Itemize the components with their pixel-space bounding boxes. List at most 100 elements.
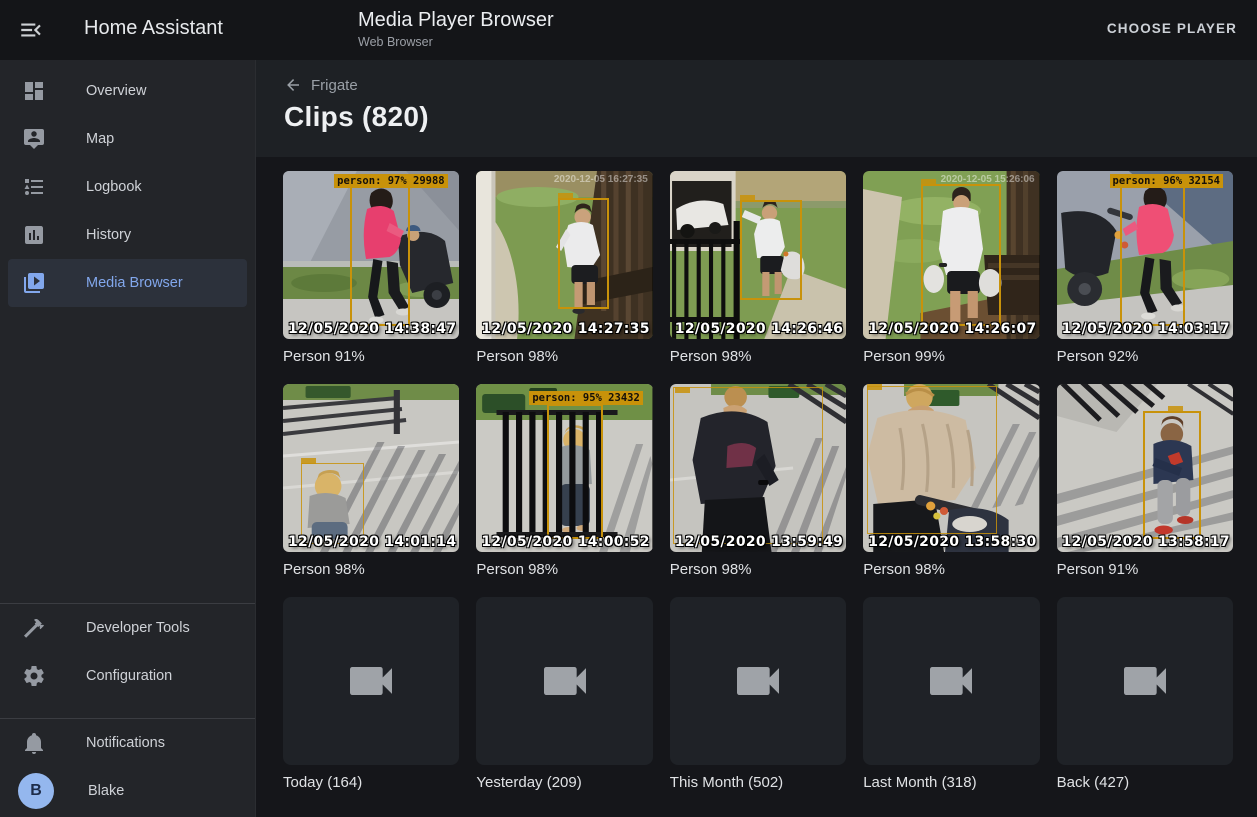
app-title: Home Assistant	[84, 17, 223, 40]
detection-bbox	[1143, 411, 1201, 539]
detection-label: person: 97% 29988	[334, 174, 447, 188]
content-header: Frigate Clips (820)	[256, 60, 1257, 157]
detection-bbox	[673, 387, 823, 545]
sidebar: Overview Map Logbook History Media Brows…	[0, 60, 256, 817]
clip-card[interactable]: 2020-12-05 15:26:06 12/05/2020 14:26:07 …	[863, 171, 1039, 365]
clips-grid: person: 97% 29988 12/05/2020 14:38:47 Pe…	[256, 157, 1257, 815]
clip-thumbnail: person: 97% 29988 12/05/2020 14:38:47	[283, 171, 459, 339]
folder-card-last-month[interactable]: Last Month (318)	[863, 597, 1039, 791]
detection-bbox	[350, 186, 410, 325]
detection-label: person: 95% 23432	[529, 391, 642, 405]
clip-timestamp: 12/05/2020 13:58:17	[1062, 534, 1230, 550]
sidebar-item-developer-tools[interactable]: Developer Tools	[8, 604, 247, 652]
sidebar-toggle-button[interactable]	[18, 17, 44, 43]
folder-tile	[476, 597, 652, 765]
mini-detection-label	[867, 384, 882, 390]
folder-card-this-month[interactable]: This Month (502)	[670, 597, 846, 791]
sidebar-item-user[interactable]: B Blake	[8, 767, 247, 815]
sidebar-item-logbook[interactable]: Logbook	[8, 163, 247, 211]
clip-timestamp: 12/05/2020 14:03:17	[1062, 321, 1230, 337]
video-camera-icon	[730, 653, 786, 709]
clip-caption: Person 98%	[670, 561, 846, 578]
clip-caption: Person 91%	[1057, 561, 1233, 578]
clips-heading: Clips (820)	[284, 101, 1257, 133]
detection-bbox	[558, 198, 609, 309]
folder-caption: Today (164)	[283, 774, 459, 791]
clip-caption: Person 91%	[283, 348, 459, 365]
clip-card[interactable]: person: 96% 32154 12/05/2020 14:03:17 Pe…	[1057, 171, 1233, 365]
clip-timestamp: 12/05/2020 14:00:52	[481, 534, 649, 550]
clip-caption: Person 98%	[283, 561, 459, 578]
folder-caption: Back (427)	[1057, 774, 1233, 791]
video-camera-icon	[537, 653, 593, 709]
mini-detection-label	[1168, 406, 1183, 412]
folder-card-back[interactable]: Back (427)	[1057, 597, 1233, 791]
sidebar-item-label: Map	[86, 131, 114, 147]
clip-caption: Person 92%	[1057, 348, 1233, 365]
clip-card[interactable]: person: 95% 23432 12/05/2020 14:00:52 Pe…	[476, 384, 652, 578]
sidebar-item-media-browser[interactable]: Media Browser	[8, 259, 247, 307]
mini-detection-label	[301, 458, 316, 464]
clip-thumbnail: 12/05/2020 14:26:46	[670, 171, 846, 339]
clip-thumbnail: person: 96% 32154 12/05/2020 14:03:17	[1057, 171, 1233, 339]
clip-caption: Person 99%	[863, 348, 1039, 365]
view-dashboard-icon	[22, 79, 46, 103]
clip-timestamp: 12/05/2020 14:26:07	[868, 321, 1036, 337]
clip-thumbnail: 12/05/2020 13:59:49	[670, 384, 846, 552]
play-box-multiple-icon	[22, 271, 46, 295]
sidebar-item-map[interactable]: Map	[8, 115, 247, 163]
format-list-bulleted-icon	[22, 175, 46, 199]
detection-bbox	[867, 386, 998, 534]
media-browser-content: Frigate Clips (820)	[256, 60, 1257, 817]
sidebar-item-history[interactable]: History	[8, 211, 247, 259]
sidebar-item-configuration[interactable]: Configuration	[8, 652, 247, 700]
tooltip-account-icon	[22, 127, 46, 151]
user-name: Blake	[88, 783, 124, 799]
bell-icon	[22, 731, 46, 755]
folder-caption: Last Month (318)	[863, 774, 1039, 791]
clip-card[interactable]: 12/05/2020 13:59:49 Person 98%	[670, 384, 846, 578]
breadcrumb-label: Frigate	[311, 77, 358, 94]
clip-timestamp: 12/05/2020 14:26:46	[675, 321, 843, 337]
sidebar-item-label: History	[86, 227, 131, 243]
clip-card[interactable]: 12/05/2020 14:26:46 Person 98%	[670, 171, 846, 365]
sidebar-item-label: Logbook	[86, 179, 142, 195]
breadcrumb-back-link[interactable]: Frigate	[284, 76, 358, 94]
clip-card[interactable]: 2020-12-05 16:27:35 12/05/2020 14:27:35 …	[476, 171, 652, 365]
video-camera-icon	[1117, 653, 1173, 709]
clip-caption: Person 98%	[863, 561, 1039, 578]
clip-thumbnail: 2020-12-05 16:27:35 12/05/2020 14:27:35	[476, 171, 652, 339]
choose-player-button[interactable]: CHOOSE PLAYER	[1101, 19, 1243, 38]
clip-card[interactable]: 12/05/2020 14:01:14 Person 98%	[283, 384, 459, 578]
clip-timestamp: 12/05/2020 13:58:30	[868, 534, 1036, 550]
sidebar-item-notifications[interactable]: Notifications	[8, 719, 247, 767]
clip-caption: Person 98%	[476, 348, 652, 365]
avatar: B	[18, 773, 54, 809]
clip-card[interactable]: 12/05/2020 13:58:17 Person 91%	[1057, 384, 1233, 578]
folder-tile	[863, 597, 1039, 765]
clip-card[interactable]: person: 97% 29988 12/05/2020 14:38:47 Pe…	[283, 171, 459, 365]
clip-thumbnail: 12/05/2020 13:58:30	[863, 384, 1039, 552]
folder-card-yesterday[interactable]: Yesterday (209)	[476, 597, 652, 791]
detection-bbox	[547, 404, 603, 538]
osd-timestamp: 2020-12-05 15:26:06	[941, 174, 1035, 185]
video-camera-icon	[343, 653, 399, 709]
clip-timestamp: 12/05/2020 14:01:14	[288, 534, 456, 550]
sidebar-item-overview[interactable]: Overview	[8, 67, 247, 115]
detection-bbox	[301, 463, 365, 544]
sidebar-item-label: Notifications	[86, 735, 165, 751]
detection-bbox	[1120, 183, 1185, 326]
clip-timestamp: 12/05/2020 13:59:49	[675, 534, 843, 550]
hammer-icon	[22, 616, 46, 640]
clip-caption: Person 98%	[476, 561, 652, 578]
mini-detection-label	[740, 195, 755, 201]
clip-caption: Person 98%	[670, 348, 846, 365]
clip-timestamp: 12/05/2020 14:38:47	[288, 321, 456, 337]
sidebar-item-label: Overview	[86, 83, 146, 99]
folder-card-today[interactable]: Today (164)	[283, 597, 459, 791]
mini-detection-label	[558, 193, 573, 199]
clip-card[interactable]: 12/05/2020 13:58:30 Person 98%	[863, 384, 1039, 578]
clip-thumbnail: person: 95% 23432 12/05/2020 14:00:52	[476, 384, 652, 552]
video-camera-icon	[923, 653, 979, 709]
osd-timestamp: 2020-12-05 16:27:35	[554, 174, 648, 185]
